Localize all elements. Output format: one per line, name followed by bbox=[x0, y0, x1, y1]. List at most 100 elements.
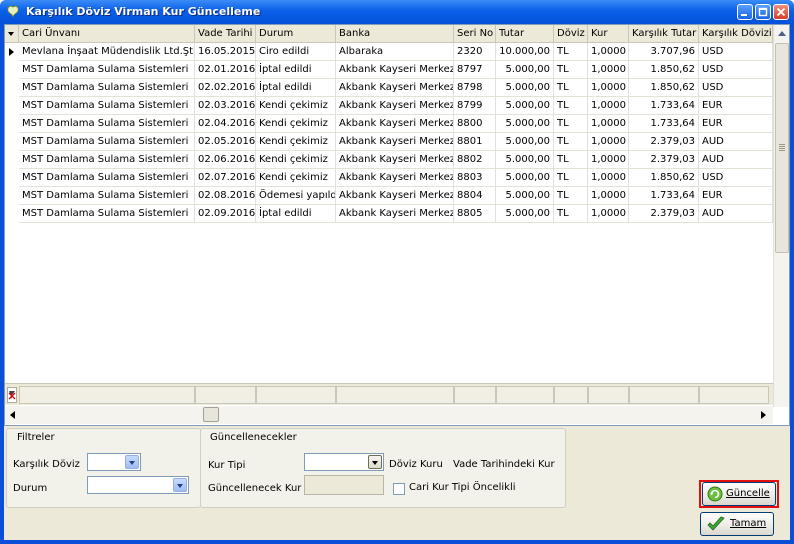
cell-vade-tarihi[interactable]: 02.04.2016 bbox=[195, 115, 256, 133]
filter-cell-seri-no[interactable] bbox=[454, 386, 496, 404]
cell-seri-no[interactable]: 8799 bbox=[454, 97, 496, 115]
column-header-seri-no[interactable]: Seri No bbox=[454, 25, 496, 43]
filter-cell-banka[interactable] bbox=[336, 386, 454, 404]
cell-doviz[interactable]: TL bbox=[554, 115, 588, 133]
column-header-karsilik-dovizi[interactable]: Karşılık Dövizi bbox=[699, 25, 773, 43]
column-header-karsilik-tutar[interactable]: Karşılık Tutar bbox=[629, 25, 699, 43]
cell-vade-tarihi[interactable]: 16.05.2015 bbox=[195, 43, 256, 61]
cell-kur[interactable]: 1,0000 bbox=[588, 205, 629, 223]
cell-vade-tarihi[interactable]: 02.02.2016 bbox=[195, 79, 256, 97]
cell-vade-tarihi[interactable]: 02.01.2016 bbox=[195, 61, 256, 79]
row-indicator[interactable] bbox=[5, 151, 19, 169]
cell-tutar[interactable]: 5.000,00 bbox=[496, 169, 554, 187]
column-header-durum[interactable]: Durum bbox=[256, 25, 336, 43]
cell-cari-unvani[interactable]: MST Damlama Sulama Sistemleri bbox=[19, 115, 195, 133]
ok-button[interactable]: Tamam bbox=[700, 512, 774, 536]
filter-cell-cari-unvani[interactable] bbox=[19, 386, 195, 404]
cell-vade-tarihi[interactable]: 02.08.2016 bbox=[195, 187, 256, 205]
cell-karsilik-tutar[interactable]: 1.850,62 bbox=[629, 61, 699, 79]
cell-karsilik-dovizi[interactable]: AUD bbox=[699, 205, 773, 223]
cell-karsilik-tutar[interactable]: 2.379,03 bbox=[629, 151, 699, 169]
cell-kur[interactable]: 1,0000 bbox=[588, 169, 629, 187]
cell-karsilik-dovizi[interactable]: USD bbox=[699, 61, 773, 79]
cell-banka[interactable]: Akbank Kayseri Merkez bbox=[336, 79, 454, 97]
cell-banka[interactable]: Albaraka bbox=[336, 43, 454, 61]
table-row[interactable]: MST Damlama Sulama Sistemleri 02.01.2016 İ… bbox=[5, 61, 773, 79]
scroll-up-icon[interactable] bbox=[778, 31, 786, 36]
cell-durum[interactable]: Ciro edildi bbox=[256, 43, 336, 61]
cell-durum[interactable]: Kendi çekimiz bbox=[256, 97, 336, 115]
vertical-scrollbar[interactable] bbox=[773, 25, 789, 407]
cell-karsilik-tutar[interactable]: 2.379,03 bbox=[629, 133, 699, 151]
cell-karsilik-tutar[interactable]: 1.850,62 bbox=[629, 79, 699, 97]
cell-doviz[interactable]: TL bbox=[554, 79, 588, 97]
checks-grid[interactable]: Cari Ünvanı Vade Tarihi Durum Banka Seri… bbox=[4, 24, 790, 426]
cell-tutar[interactable]: 5.000,00 bbox=[496, 79, 554, 97]
filter-cell-tutar[interactable] bbox=[496, 386, 554, 404]
maximize-button[interactable] bbox=[755, 4, 771, 20]
cell-durum[interactable]: Ödemesi yapıldı bbox=[256, 187, 336, 205]
row-indicator[interactable] bbox=[5, 205, 19, 223]
cell-doviz[interactable]: TL bbox=[554, 187, 588, 205]
cell-cari-unvani[interactable]: MST Damlama Sulama Sistemleri bbox=[19, 169, 195, 187]
cell-karsilik-tutar[interactable]: 1.850,62 bbox=[629, 169, 699, 187]
option-currency-rate[interactable]: Döviz Kuru bbox=[389, 459, 443, 470]
cell-durum[interactable]: Kendi çekimiz bbox=[256, 151, 336, 169]
cell-tutar[interactable]: 5.000,00 bbox=[496, 61, 554, 79]
cell-kur[interactable]: 1,0000 bbox=[588, 187, 629, 205]
cell-tutar[interactable]: 5.000,00 bbox=[496, 187, 554, 205]
cell-vade-tarihi[interactable]: 02.05.2016 bbox=[195, 133, 256, 151]
cell-kur[interactable]: 1,0000 bbox=[588, 115, 629, 133]
cell-cari-unvani[interactable]: Mevlana İnşaat Müdendislik Ltd.Şti bbox=[19, 43, 195, 61]
vertical-scroll-thumb[interactable] bbox=[775, 43, 789, 253]
horizontal-scroll-thumb[interactable] bbox=[203, 407, 219, 422]
filter-cell-karsilik-tutar[interactable] bbox=[629, 386, 699, 404]
minimize-button[interactable] bbox=[737, 4, 753, 20]
table-row[interactable]: MST Damlama Sulama Sistemleri 02.02.2016 İ… bbox=[5, 79, 773, 97]
cell-karsilik-dovizi[interactable]: EUR bbox=[699, 115, 773, 133]
cell-doviz[interactable]: TL bbox=[554, 205, 588, 223]
cell-seri-no[interactable]: 2320 bbox=[454, 43, 496, 61]
cell-vade-tarihi[interactable]: 02.03.2016 bbox=[195, 97, 256, 115]
table-row[interactable]: MST Damlama Sulama Sistemleri 02.07.2016 K… bbox=[5, 169, 773, 187]
cell-kur[interactable]: 1,0000 bbox=[588, 133, 629, 151]
cell-durum[interactable]: İptal edildi bbox=[256, 61, 336, 79]
cell-seri-no[interactable]: 8800 bbox=[454, 115, 496, 133]
priority-checkbox[interactable] bbox=[393, 483, 405, 495]
cell-kur[interactable]: 1,0000 bbox=[588, 97, 629, 115]
scroll-left-icon[interactable] bbox=[10, 411, 15, 419]
row-indicator[interactable] bbox=[5, 169, 19, 187]
option-due-date-rate[interactable]: Vade Tarihindeki Kur bbox=[453, 459, 555, 470]
cell-cari-unvani[interactable]: MST Damlama Sulama Sistemleri bbox=[19, 187, 195, 205]
cell-karsilik-tutar[interactable]: 1.733,64 bbox=[629, 97, 699, 115]
status-filter-combo[interactable] bbox=[87, 476, 189, 494]
table-row[interactable]: MST Damlama Sulama Sistemleri 02.09.2016 İ… bbox=[5, 205, 773, 223]
cell-seri-no[interactable]: 8802 bbox=[454, 151, 496, 169]
cell-durum[interactable]: İptal edildi bbox=[256, 79, 336, 97]
close-button[interactable] bbox=[773, 4, 789, 20]
column-header-doviz[interactable]: Döviz bbox=[554, 25, 588, 43]
column-header-tutar[interactable]: Tutar bbox=[496, 25, 554, 43]
cell-seri-no[interactable]: 8805 bbox=[454, 205, 496, 223]
cell-seri-no[interactable]: 8801 bbox=[454, 133, 496, 151]
cell-banka[interactable]: Akbank Kayseri Merkez bbox=[336, 151, 454, 169]
cell-doviz[interactable]: TL bbox=[554, 169, 588, 187]
chevron-down-icon[interactable] bbox=[173, 478, 187, 492]
cell-kur[interactable]: 1,0000 bbox=[588, 151, 629, 169]
cell-banka[interactable]: Akbank Kayseri Merkez bbox=[336, 133, 454, 151]
filter-cell-durum[interactable] bbox=[256, 386, 336, 404]
cell-karsilik-dovizi[interactable]: EUR bbox=[699, 187, 773, 205]
cell-seri-no[interactable]: 8803 bbox=[454, 169, 496, 187]
clear-filter-button[interactable] bbox=[7, 387, 17, 403]
cell-cari-unvani[interactable]: MST Damlama Sulama Sistemleri bbox=[19, 79, 195, 97]
table-row[interactable]: Mevlana İnşaat Müdendislik Ltd.Şti 16.05.… bbox=[5, 43, 773, 61]
cell-doviz[interactable]: TL bbox=[554, 133, 588, 151]
cell-tutar[interactable]: 5.000,00 bbox=[496, 97, 554, 115]
column-header-kur[interactable]: Kur bbox=[588, 25, 629, 43]
table-row[interactable]: MST Damlama Sulama Sistemleri 02.04.2016 K… bbox=[5, 115, 773, 133]
cell-seri-no[interactable]: 8798 bbox=[454, 79, 496, 97]
cell-tutar[interactable]: 5.000,00 bbox=[496, 205, 554, 223]
cell-karsilik-tutar[interactable]: 3.707,96 bbox=[629, 43, 699, 61]
cell-banka[interactable]: Akbank Kayseri Merkez bbox=[336, 169, 454, 187]
cell-doviz[interactable]: TL bbox=[554, 151, 588, 169]
